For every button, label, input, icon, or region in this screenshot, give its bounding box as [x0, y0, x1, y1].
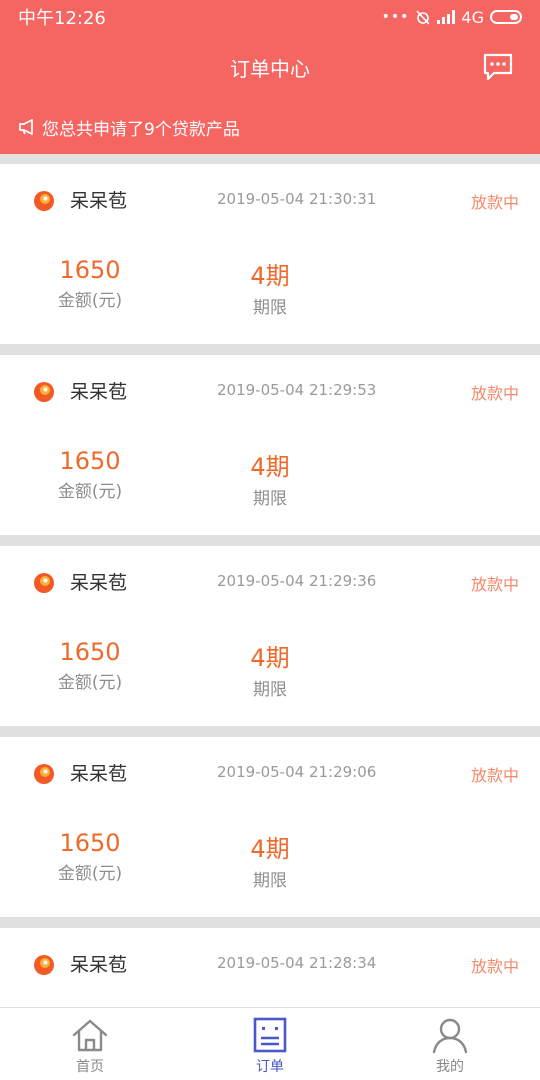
product-logo-icon	[34, 764, 54, 784]
product-name: 呆呆苞	[70, 381, 128, 403]
amount-value: 1650	[59, 829, 121, 857]
amount-value: 1650	[59, 447, 121, 475]
term-column: 4期 期限	[220, 829, 320, 891]
page-title: 订单中心	[230, 56, 310, 81]
order-list[interactable]: 呆呆苞 2019-05-04 21:30:31 放款中 1650 金额(元) 4…	[0, 154, 540, 1007]
signal-icon	[437, 10, 456, 24]
amount-column: 1650 金额(元)	[40, 447, 140, 502]
tab-label: 我的	[436, 1059, 464, 1075]
amount-value: 1650	[59, 256, 121, 284]
product-name: 呆呆苞	[70, 954, 128, 976]
tab-home[interactable]: 首页	[0, 1008, 180, 1080]
megaphone-icon	[19, 119, 33, 135]
order-time: 2019-05-04 21:29:36	[217, 572, 377, 590]
amount-label: 金额(元)	[57, 864, 123, 884]
term-column: 4期 期限	[220, 256, 320, 318]
product-logo-icon	[34, 955, 54, 975]
tab-label: 首页	[76, 1059, 104, 1075]
amount-label: 金额(元)	[57, 482, 123, 502]
status-time: 中午12:26	[18, 8, 106, 29]
order-icon	[253, 1017, 287, 1053]
battery-icon	[490, 10, 522, 24]
order-card[interactable]: 呆呆苞 2019-05-04 21:29:53 放款中 1650 金额(元) 4…	[0, 355, 540, 535]
product-logo-icon	[34, 382, 54, 402]
order-time: 2019-05-04 21:28:34	[217, 954, 377, 972]
product-logo-icon	[34, 573, 54, 593]
message-icon[interactable]	[482, 52, 514, 82]
term-column: 4期 期限	[220, 638, 320, 700]
notice-bar: 您总共申请了9个贷款产品	[0, 100, 540, 154]
product-logo-icon	[34, 191, 54, 211]
amount-value: 1650	[59, 638, 121, 666]
tab-orders[interactable]: 订单	[180, 1008, 360, 1080]
product-name: 呆呆苞	[70, 190, 128, 212]
amount-column: 1650 金额(元)	[40, 829, 140, 884]
order-status: 放款中	[470, 193, 519, 212]
profile-icon	[432, 1018, 468, 1054]
status-indicators: ••• 4G	[382, 8, 522, 27]
order-card[interactable]: 呆呆苞 2019-05-04 21:28:34 放款中	[0, 928, 540, 1007]
tab-bar: 首页 订单 我的	[0, 1007, 540, 1080]
term-label: 期限	[253, 680, 287, 700]
order-status: 放款中	[470, 766, 519, 785]
tab-profile[interactable]: 我的	[360, 1008, 540, 1080]
term-value: 4期	[250, 644, 290, 672]
order-card[interactable]: 呆呆苞 2019-05-04 21:29:06 放款中 1650 金额(元) 4…	[0, 737, 540, 917]
order-card[interactable]: 呆呆苞 2019-05-04 21:30:31 放款中 1650 金额(元) 4…	[0, 164, 540, 344]
term-value: 4期	[250, 262, 290, 290]
order-time: 2019-05-04 21:29:06	[217, 763, 377, 781]
order-status: 放款中	[470, 957, 519, 976]
term-column: 4期 期限	[220, 447, 320, 509]
header: 订单中心	[0, 34, 540, 100]
amount-column: 1650 金额(元)	[40, 256, 140, 311]
amount-label: 金额(元)	[57, 673, 123, 693]
notice-text: 您总共申请了9个贷款产品	[42, 119, 240, 140]
status-bar: 中午12:26 ••• 4G	[0, 0, 540, 34]
term-label: 期限	[253, 871, 287, 891]
alarm-off-icon	[416, 10, 431, 25]
home-icon	[72, 1019, 108, 1052]
product-name: 呆呆苞	[70, 572, 128, 594]
order-card[interactable]: 呆呆苞 2019-05-04 21:29:36 放款中 1650 金额(元) 4…	[0, 546, 540, 726]
order-time: 2019-05-04 21:29:53	[217, 381, 377, 399]
order-status: 放款中	[470, 384, 519, 403]
amount-label: 金额(元)	[57, 291, 123, 311]
amount-column: 1650 金额(元)	[40, 638, 140, 693]
network-type: 4G	[461, 7, 484, 27]
tab-label: 订单	[256, 1059, 284, 1075]
term-label: 期限	[253, 298, 287, 318]
order-time: 2019-05-04 21:30:31	[217, 190, 377, 208]
term-value: 4期	[250, 835, 290, 863]
term-value: 4期	[250, 453, 290, 481]
order-status: 放款中	[470, 575, 519, 594]
more-dots-icon: •••	[381, 9, 410, 25]
term-label: 期限	[253, 489, 287, 509]
product-name: 呆呆苞	[70, 763, 128, 785]
